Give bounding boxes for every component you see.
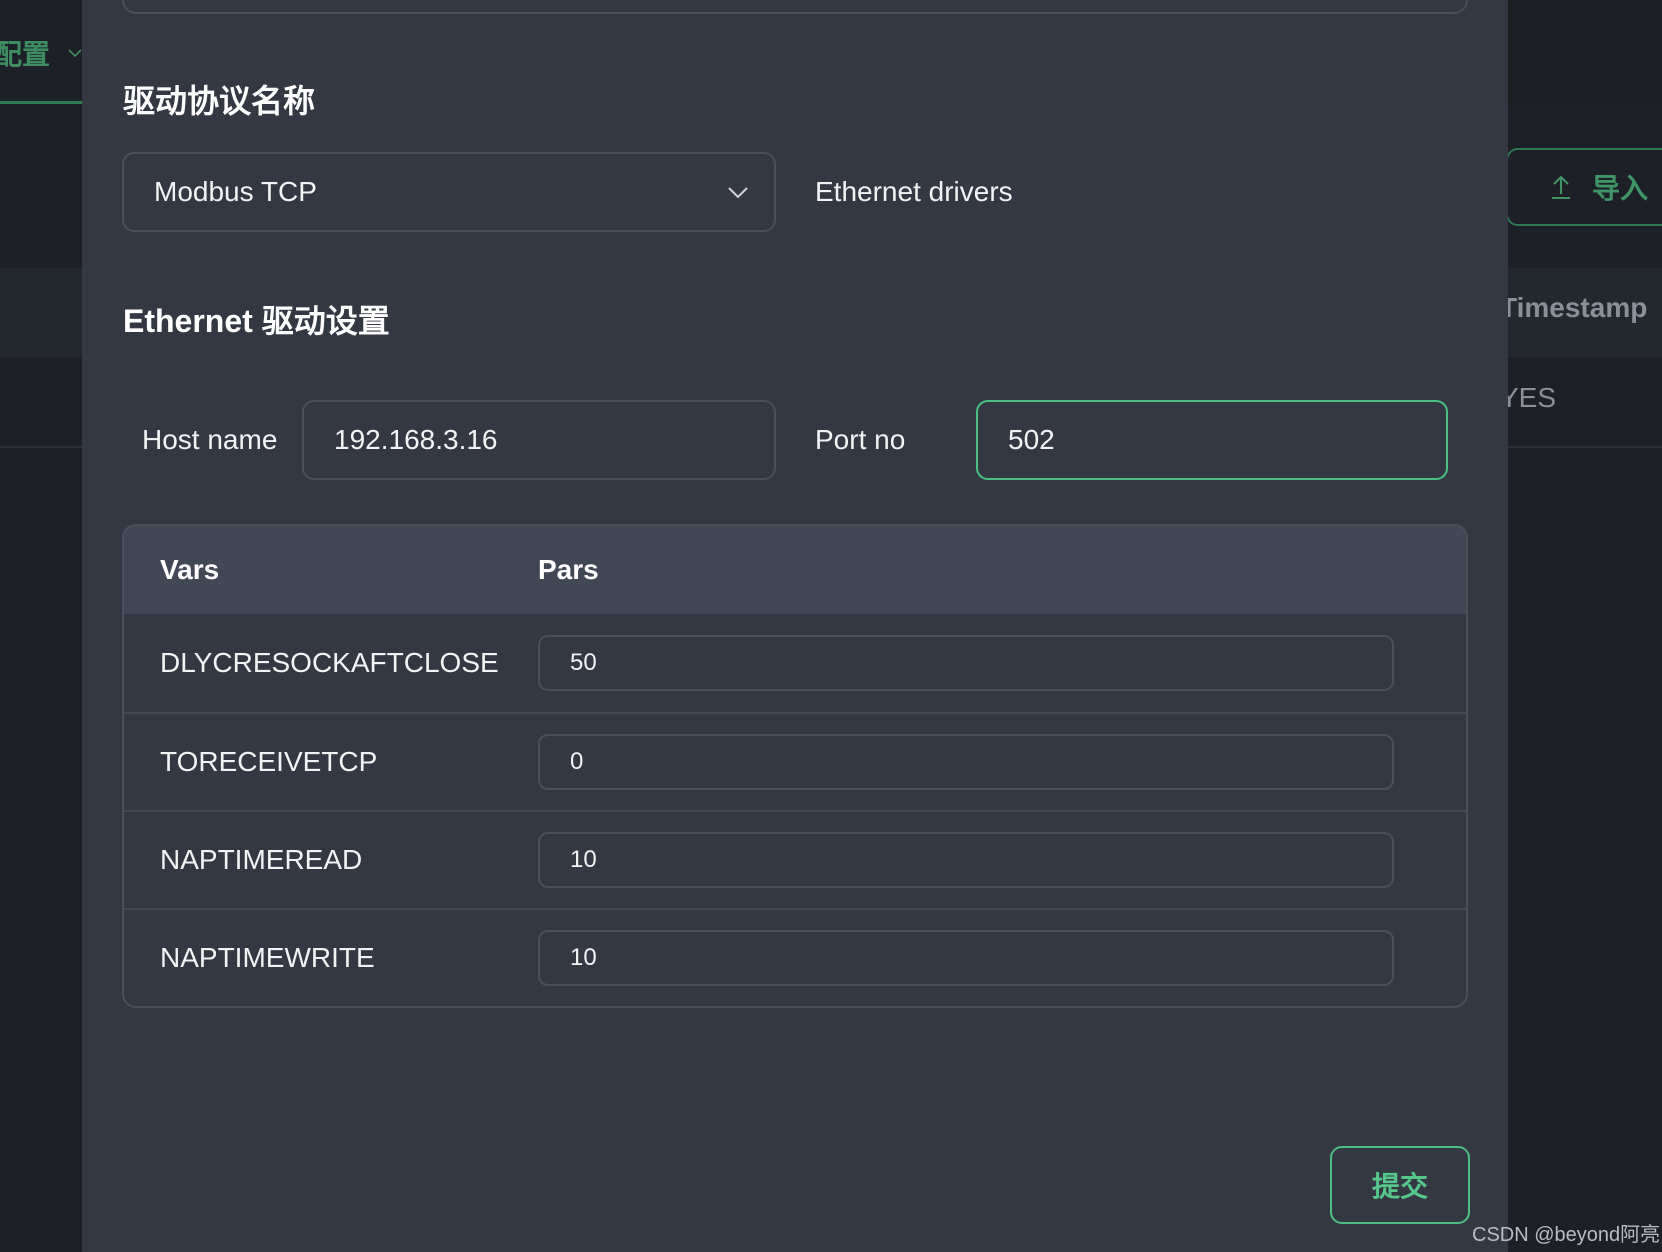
par-value: 10 [570, 944, 597, 971]
upload-icon [1552, 175, 1570, 199]
table-row: TORECEIVETCP 0 [124, 712, 1466, 810]
table-row: DLYCRESOCKAFTCLOSE 50 [124, 614, 1466, 712]
port-no-label: Port no [815, 424, 906, 455]
background-tab-config[interactable]: 配置 [0, 18, 82, 88]
background-row-divider-right [1508, 446, 1662, 448]
par-input[interactable]: 50 [538, 635, 1394, 691]
table-row: NAPTIMEREAD 10 [124, 810, 1466, 908]
var-name: DLYCRESOCKAFTCLOSE [160, 647, 499, 678]
background-cell-value: YES [1500, 382, 1557, 413]
submit-button[interactable]: 提交 [1330, 1146, 1470, 1224]
chevron-down-icon [68, 49, 82, 58]
watermark: CSDN @beyond阿亮 [1472, 1224, 1661, 1246]
par-input[interactable]: 10 [538, 930, 1394, 986]
import-button[interactable]: 导入 [1506, 148, 1662, 226]
background-row-divider-left [0, 446, 82, 448]
settings-section-title: Ethernet 驱动设置 [123, 303, 390, 339]
par-input[interactable]: 0 [538, 734, 1394, 790]
top-field-edge [122, 0, 1468, 14]
background-header-right [1508, 0, 1662, 106]
host-name-value: 192.168.3.16 [334, 424, 498, 455]
driver-settings-modal: 驱动协议名称 Modbus TCP Ethernet drivers Ether… [82, 0, 1508, 1252]
par-value: 0 [570, 748, 584, 775]
background-table-header-left [0, 268, 82, 358]
background-tab-underline [0, 101, 82, 104]
par-input[interactable]: 10 [538, 832, 1394, 888]
import-button-label: 导入 [1592, 173, 1649, 204]
protocol-select[interactable]: Modbus TCP [122, 152, 776, 232]
port-no-input[interactable]: 502 [976, 400, 1448, 480]
var-name: TORECEIVETCP [160, 746, 378, 777]
host-name-label: Host name [142, 424, 278, 455]
protocol-description: Ethernet drivers [815, 176, 1013, 207]
column-header-pars: Pars [538, 554, 599, 585]
background-tab-label: 配置 [0, 39, 51, 70]
var-name: NAPTIMEREAD [160, 844, 363, 875]
protocol-select-value: Modbus TCP [154, 176, 317, 207]
column-header-vars: Vars [160, 554, 220, 585]
par-value: 50 [570, 649, 597, 676]
table-row: NAPTIMEWRITE 10 [124, 908, 1466, 1006]
par-value: 10 [570, 846, 597, 873]
var-name: NAPTIMEWRITE [160, 942, 375, 973]
background-column-header-timestamp: Timestamp [1500, 292, 1648, 323]
protocol-section-title: 驱动协议名称 [123, 83, 316, 119]
host-name-input[interactable]: 192.168.3.16 [302, 400, 776, 480]
port-no-value: 502 [1008, 424, 1055, 455]
chevron-down-icon [728, 187, 748, 199]
table-header: Vars Pars [124, 526, 1466, 614]
vars-pars-table: Vars Pars DLYCRESOCKAFTCLOSE 50 TORECEIV… [122, 524, 1468, 1008]
